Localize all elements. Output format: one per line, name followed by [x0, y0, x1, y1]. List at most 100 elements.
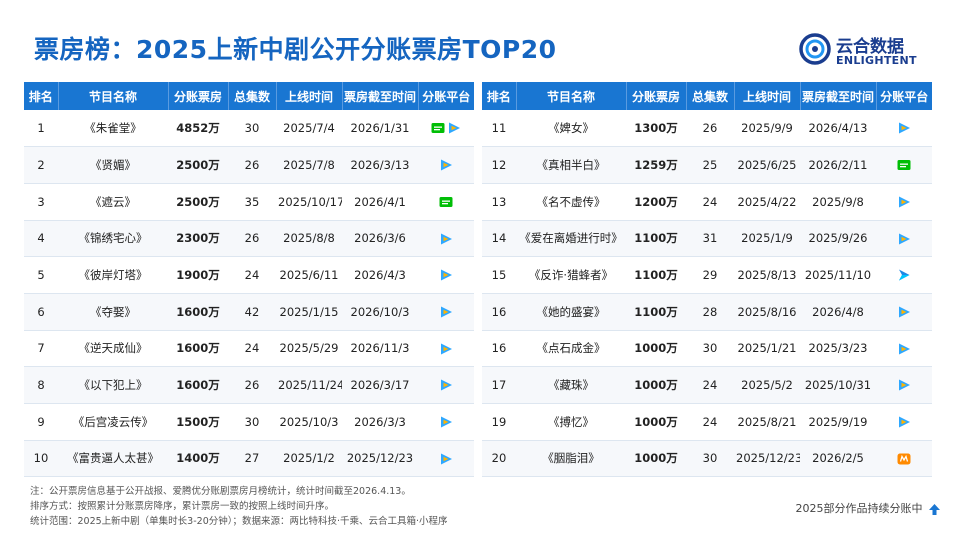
platform-cell [876, 183, 932, 221]
tencent-video-icon [899, 416, 910, 428]
episode-count-cell: 30 [686, 330, 734, 368]
box-office-cell: 1100万 [626, 220, 686, 258]
table-row: 10 《富贵逼人太甚》 1400万 27 2025/1/2 2025/12/23 [24, 440, 474, 478]
table-body: 11 《婢女》 1300万 26 2025/9/9 2026/4/13 12 《真相半白》 12… [482, 110, 932, 478]
rank-cell: 12 [482, 146, 516, 184]
episode-count-cell: 26 [228, 146, 276, 184]
column-header: 总集数 [228, 82, 277, 110]
rank-cell: 8 [24, 366, 58, 404]
box-office-end-date-cell: 2025/9/19 [800, 403, 876, 441]
table-row: 3 《遮云》 2500万 35 2025/10/17 2026/4/1 [24, 183, 474, 221]
platform-cell [876, 403, 932, 441]
logo-swirl-icon [799, 33, 831, 65]
episode-count-cell: 24 [686, 366, 734, 404]
tencent-video-icon [441, 159, 452, 171]
release-date-cell: 2025/7/4 [276, 110, 342, 148]
column-header: 分账平台 [418, 82, 474, 110]
release-date-cell: 2025/8/16 [734, 293, 800, 331]
platform-cell [418, 256, 474, 294]
release-date-cell: 2025/10/17 [276, 183, 342, 221]
show-name-cell: 《夺娶》 [58, 293, 168, 331]
episode-count-cell: 24 [686, 403, 734, 441]
box-office-end-date-cell: 2025/9/26 [800, 220, 876, 258]
platform-cell [418, 293, 474, 331]
episode-count-cell: 26 [686, 110, 734, 148]
column-header: 排名 [24, 82, 59, 110]
release-date-cell: 2025/6/25 [734, 146, 800, 184]
column-header: 票房截至时间 [800, 82, 877, 110]
iqiyi-icon [439, 196, 453, 207]
tencent-video-icon [899, 306, 910, 318]
show-name-cell: 《她的盛宴》 [516, 293, 626, 331]
logo-text-en: ENLIGHTENT [836, 54, 917, 67]
episode-count-cell: 24 [228, 256, 276, 294]
rank-cell: 14 [482, 220, 516, 258]
column-header: 上线时间 [276, 82, 343, 110]
table-row: 7 《逆天成仙》 1600万 24 2025/5/29 2026/11/3 [24, 330, 474, 368]
platform-cell [876, 366, 932, 404]
footnote-line: 注：公开票房信息基于公开战报、爱腾优分账剧票房月榜统计，统计时间截至2026.4… [30, 486, 411, 497]
box-office-end-date-cell: 2026/3/13 [342, 146, 418, 184]
episode-count-cell: 25 [686, 146, 734, 184]
tencent-video-icon [441, 343, 452, 355]
rank-cell: 17 [482, 366, 516, 404]
show-name-cell: 《以下犯上》 [58, 366, 168, 404]
release-date-cell: 2025/1/15 [276, 293, 342, 331]
platform-cell [418, 220, 474, 258]
episode-count-cell: 29 [686, 256, 734, 294]
show-name-cell: 《反诈·猎蜂者》 [516, 256, 626, 294]
table-row: 16 《她的盛宴》 1100万 28 2025/8/16 2026/4/8 [482, 293, 932, 331]
column-header: 分账平台 [876, 82, 932, 110]
tencent-video-icon [441, 233, 452, 245]
rank-cell: 13 [482, 183, 516, 221]
episode-count-cell: 27 [228, 440, 276, 478]
mango-tv-icon [897, 453, 911, 465]
iqiyi-icon [897, 160, 911, 171]
box-office-cell: 1600万 [168, 293, 228, 331]
box-office-end-date-cell: 2026/3/6 [342, 220, 418, 258]
tencent-video-icon [899, 379, 910, 391]
episode-count-cell: 42 [228, 293, 276, 331]
box-office-cell: 1500万 [168, 403, 228, 441]
table-row: 20 《胭脂泪》 1000万 30 2025/12/23 2026/2/5 [482, 440, 932, 478]
box-office-cell: 1400万 [168, 440, 228, 478]
tencent-video-icon [899, 343, 910, 355]
release-date-cell: 2025/4/22 [734, 183, 800, 221]
box-office-end-date-cell: 2026/2/5 [800, 440, 876, 478]
episode-count-cell: 30 [228, 110, 276, 148]
platform-cell [418, 183, 474, 221]
box-office-cell: 1000万 [626, 366, 686, 404]
column-header: 节目名称 [516, 82, 627, 110]
footnote-line: 统计范围：2025上新中剧（单集时长3-20分钟）；数据来源：两比特科技·千乘、… [30, 516, 448, 527]
release-date-cell: 2025/7/8 [276, 146, 342, 184]
rank-cell: 16 [482, 293, 516, 331]
show-name-cell: 《搏忆》 [516, 403, 626, 441]
rank-cell: 20 [482, 440, 516, 478]
show-name-cell: 《婢女》 [516, 110, 626, 148]
rank-cell: 4 [24, 220, 58, 258]
column-header: 上线时间 [734, 82, 801, 110]
show-name-cell: 《彼岸灯塔》 [58, 256, 168, 294]
box-office-cell: 1600万 [168, 330, 228, 368]
tencent-video-icon [441, 269, 452, 281]
table-row: 12 《真相半白》 1259万 25 2025/6/25 2026/2/11 [482, 146, 932, 184]
episode-count-cell: 35 [228, 183, 276, 221]
episode-count-cell: 24 [228, 330, 276, 368]
box-office-end-date-cell: 2026/4/8 [800, 293, 876, 331]
ranking-table-left: 排名 节目名称 分账票房 总集数 上线时间 票房截至时间 分账平台 1 《朱雀堂》 4852万 3… [24, 82, 474, 478]
episode-count-cell: 28 [686, 293, 734, 331]
table-body: 1 《朱雀堂》 4852万 30 2025/7/4 2026/1/31 2 《贤媚》 2500万… [24, 110, 474, 478]
box-office-end-date-cell: 2025/10/31 [800, 366, 876, 404]
platform-cell [876, 146, 932, 184]
table-header-row: 排名 节目名称 分账票房 总集数 上线时间 票房截至时间 分账平台 [482, 82, 932, 110]
rank-cell: 9 [24, 403, 58, 441]
platform-cell [418, 403, 474, 441]
table-row: 5 《彼岸灯塔》 1900万 24 2025/6/11 2026/4/3 [24, 256, 474, 294]
rank-cell: 3 [24, 183, 58, 221]
box-office-cell: 1900万 [168, 256, 228, 294]
column-header: 分账票房 [626, 82, 687, 110]
box-office-cell: 1100万 [626, 293, 686, 331]
box-office-cell: 1000万 [626, 403, 686, 441]
box-office-end-date-cell: 2025/3/23 [800, 330, 876, 368]
episode-count-cell: 26 [228, 366, 276, 404]
